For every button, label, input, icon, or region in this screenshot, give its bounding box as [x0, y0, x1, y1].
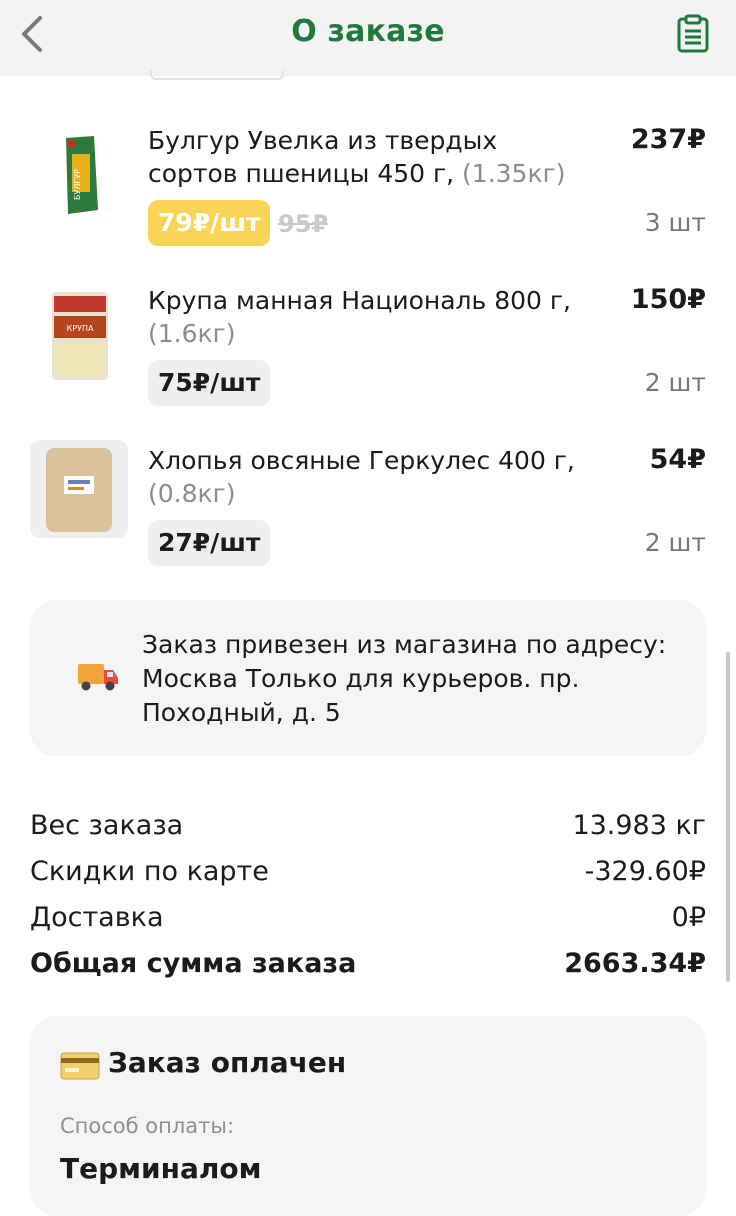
summary-value: -329.60₽: [584, 856, 706, 887]
product-image-bulgur: БУЛГУР: [66, 136, 98, 214]
item-weight: (1.6кг): [148, 319, 236, 348]
item-quantity: 2 шт: [644, 528, 706, 557]
svg-text:БУЛГУР: БУЛГУР: [73, 169, 82, 200]
summary-delivery-row: Доставка 0₽: [30, 902, 706, 942]
product-image-semolina: КРУПА: [52, 292, 108, 380]
item-name: Крупа манная Националь 800 г, (1.6кг): [148, 286, 571, 348]
delivery-info-card: Заказ привезен из магазина по адресу: Мо…: [30, 600, 706, 756]
unit-price-badge: 27₽/шт: [148, 520, 271, 566]
summary-discount-row: Скидки по карте -329.60₽: [30, 856, 706, 896]
page-title: О заказе: [291, 14, 445, 49]
item-total-price: 237₽: [630, 124, 706, 155]
item-weight: (1.35кг): [462, 159, 566, 188]
payment-status: Заказ оплачен: [108, 1046, 347, 1079]
delivery-address-text: Заказ привезен из магазина по адресу: Мо…: [142, 630, 667, 727]
item-name: Булгур Увелка из твердых сортов пшеницы …: [148, 126, 566, 188]
delivery-truck-icon: [78, 664, 118, 691]
svg-text:КРУПА: КРУПА: [67, 324, 94, 333]
summary-value: 0₽: [671, 902, 706, 933]
previous-item-edge: [150, 70, 284, 80]
receipt-icon[interactable]: [676, 14, 710, 54]
order-item[interactable]: Хлопья овсяные Геркулес 400 г, (0.8кг) 5…: [0, 440, 736, 594]
product-image-oats: [30, 440, 128, 538]
unit-price-badge: 75₽/шт: [148, 360, 271, 406]
item-total-price: 150₽: [630, 284, 706, 315]
payment-method-value: Терминалом: [60, 1152, 262, 1185]
summary-value: 2663.34₽: [564, 948, 706, 979]
summary-label: Общая сумма заказа: [30, 948, 357, 979]
top-bar: О заказе: [0, 0, 736, 76]
payment-method-label: Способ оплаты:: [60, 1114, 235, 1138]
item-quantity: 2 шт: [644, 368, 706, 397]
summary-total-row: Общая сумма заказа 2663.34₽: [30, 948, 706, 988]
payment-card: Заказ оплачен Способ оплаты: Терминалом: [30, 1016, 706, 1216]
item-total-price: 54₽: [649, 444, 706, 475]
summary-label: Вес заказа: [30, 810, 184, 841]
summary-label: Скидки по карте: [30, 856, 269, 887]
summary-label: Доставка: [30, 902, 164, 933]
summary-weight-row: Вес заказа 13.983 кг: [30, 810, 706, 850]
old-price: 95₽: [278, 210, 329, 238]
scrollbar[interactable]: [726, 652, 730, 982]
unit-price-badge: 79₽/шт: [148, 200, 271, 246]
item-quantity: 3 шт: [644, 208, 706, 237]
item-weight: (0.8кг): [148, 479, 236, 508]
item-name: Хлопья овсяные Геркулес 400 г, (0.8кг): [148, 446, 575, 508]
order-item[interactable]: БУЛГУР Булгур Увелка из твердых сортов п…: [0, 124, 736, 274]
order-item[interactable]: КРУПА Крупа манная Националь 800 г, (1.6…: [0, 284, 736, 434]
summary-value: 13.983 кг: [572, 810, 706, 841]
